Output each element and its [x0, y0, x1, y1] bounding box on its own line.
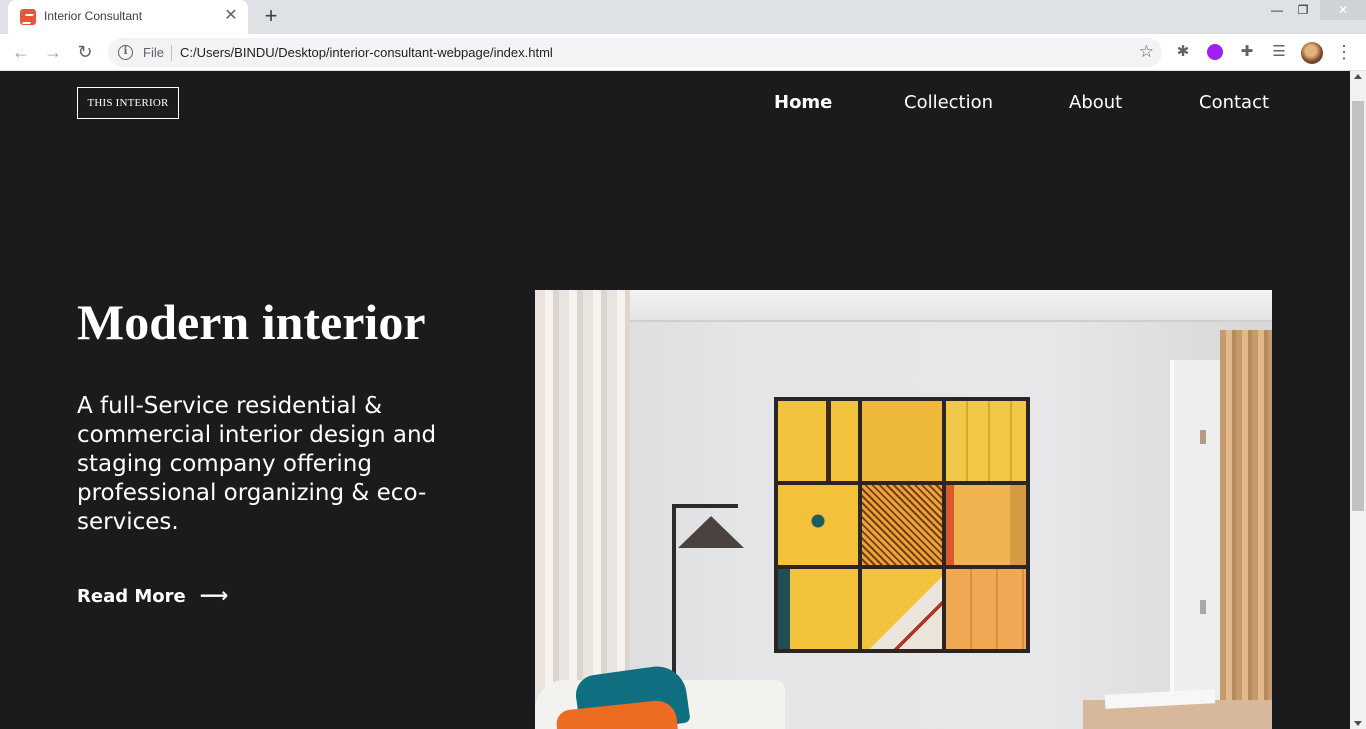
nav-home-link[interactable]: Home — [774, 92, 832, 113]
back-arrow-icon[interactable]: ← — [10, 42, 32, 64]
art-panel — [862, 401, 942, 481]
art-panel — [946, 485, 1026, 565]
read-more-link[interactable]: Read More ⟶ — [77, 583, 228, 609]
wall-art-frame — [774, 397, 1030, 653]
puzzle-icon[interactable]: ✚ — [1238, 43, 1256, 61]
ceiling — [535, 290, 1272, 322]
tab-close-icon[interactable]: ✕ — [222, 7, 240, 25]
art-panel — [778, 401, 858, 481]
right-curtain — [1220, 330, 1272, 729]
hero-image — [535, 290, 1272, 729]
site-logo[interactable]: THIS INTERIOR — [77, 87, 179, 119]
forward-arrow-icon[interactable]: → — [42, 42, 64, 64]
profile-avatar[interactable] — [1301, 42, 1323, 64]
address-bar[interactable]: i File C:/Users/BINDU/Desktop/interior-c… — [108, 38, 1162, 67]
address-divider — [171, 45, 172, 61]
art-panel — [862, 569, 942, 649]
lamp-shade — [678, 516, 744, 548]
bookmark-star-icon[interactable]: ☆ — [1139, 42, 1154, 62]
new-tab-button[interactable]: + — [259, 5, 283, 29]
page-content: THIS INTERIOR Home Collection About Cont… — [0, 71, 1350, 729]
art-panel — [778, 485, 858, 565]
favicon-icon — [20, 9, 36, 25]
nav-about-link[interactable]: About — [1069, 92, 1122, 113]
site-info-icon[interactable]: i — [118, 45, 133, 60]
scroll-thumb[interactable] — [1352, 101, 1364, 511]
purple-circle-icon[interactable] — [1207, 44, 1223, 60]
browser-toolbar: ← → ↻ i File C:/Users/BINDU/Desktop/inte… — [0, 34, 1366, 71]
arrow-right-icon: ⟶ — [199, 583, 229, 607]
url-text[interactable]: C:/Users/BINDU/Desktop/interior-consulta… — [180, 45, 553, 60]
browser-tab[interactable]: Interior Consultant ✕ — [8, 0, 248, 34]
page-scrollbar[interactable] — [1350, 71, 1366, 729]
art-panel — [778, 569, 858, 649]
browser-menu-icon[interactable]: ⋮ — [1335, 40, 1353, 64]
hero-title: Modern interior — [77, 294, 426, 350]
nav-contact-link[interactable]: Contact — [1199, 92, 1269, 113]
art-panel — [862, 485, 942, 565]
left-curtain — [535, 290, 630, 729]
art-panel — [946, 569, 1026, 649]
lamp-arm — [672, 504, 738, 508]
hero-description: A full-Service residential & commercial … — [77, 393, 437, 535]
scroll-up-icon[interactable] — [1354, 74, 1362, 79]
nav-collection-link[interactable]: Collection — [904, 92, 993, 113]
read-more-label: Read More — [77, 586, 186, 607]
door-hinge — [1200, 430, 1206, 444]
door-hinge — [1200, 600, 1206, 614]
door — [1170, 360, 1225, 729]
scroll-down-icon[interactable] — [1354, 721, 1362, 726]
browser-tabstrip: Interior Consultant ✕ + — ❐ ✕ — [0, 0, 1366, 34]
media-control-icon[interactable]: ☰ — [1270, 43, 1288, 61]
reload-icon[interactable]: ↻ — [74, 42, 96, 64]
scheme-label: File — [143, 45, 164, 60]
bug-icon[interactable]: ✱ — [1174, 43, 1192, 61]
art-panel — [946, 401, 1026, 481]
tab-title: Interior Consultant — [44, 9, 143, 23]
window-close-button[interactable]: ✕ — [1320, 0, 1366, 20]
